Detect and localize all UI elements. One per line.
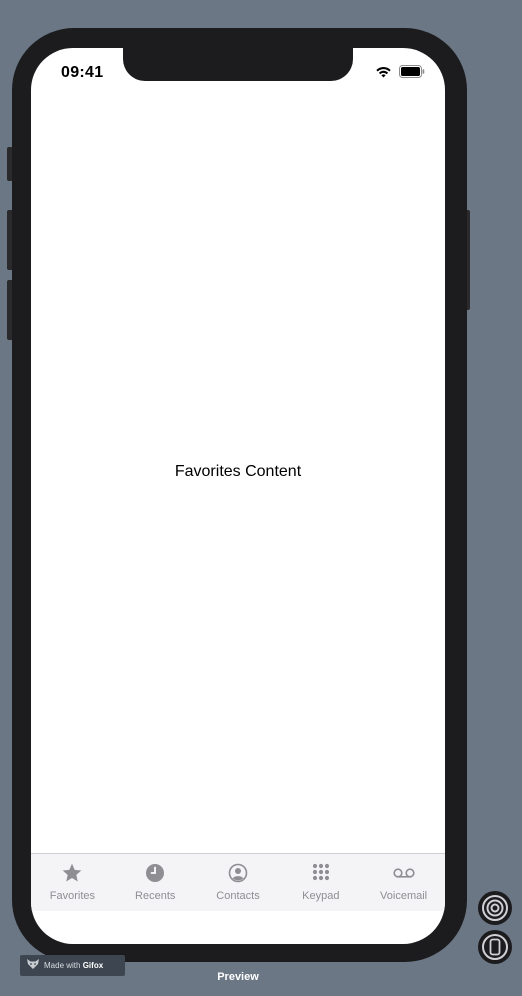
tab-favorites[interactable]: Favorites (31, 854, 114, 911)
tab-label: Recents (135, 890, 176, 902)
status-time: 09:41 (61, 64, 104, 81)
wifi-icon (375, 65, 392, 83)
tab-label: Favorites (49, 890, 96, 902)
device-preview-button[interactable] (478, 930, 512, 964)
battery-icon (399, 65, 425, 83)
favorites-content-text: Favorites Content (174, 463, 302, 480)
tab-bar: Favorites Recents Contacts Keypad Voicem… (31, 853, 445, 911)
live-preview-button[interactable] (478, 891, 512, 925)
device-icon (482, 934, 508, 960)
star-icon (61, 862, 83, 884)
gifox-watermark: Made with Gifox (20, 955, 125, 976)
tab-label: Voicemail (380, 890, 428, 902)
watermark-prefix: Made with (44, 961, 81, 970)
tab-voicemail[interactable]: Voicemail (362, 854, 445, 911)
clock-icon (144, 862, 166, 884)
tab-keypad[interactable]: Keypad (279, 854, 362, 911)
fox-logo-icon (26, 957, 40, 975)
device-notch (123, 48, 353, 81)
device-screen: 09:41 Favorites Content Favorites Recent… (31, 48, 445, 944)
device-frame: 09:41 Favorites Content Favorites Recent… (12, 28, 467, 962)
voicemail-icon (392, 862, 415, 884)
tab-label: Keypad (302, 890, 340, 902)
live-preview-icon (482, 895, 508, 921)
tab-recents[interactable]: Recents (114, 854, 197, 911)
preview-label: Preview (217, 971, 259, 983)
person-circle-icon (227, 862, 249, 884)
tab-contacts[interactable]: Contacts (197, 854, 280, 911)
tab-label: Contacts (216, 890, 260, 902)
status-icons (375, 65, 425, 83)
watermark-brand: Gifox (82, 961, 104, 970)
keypad-grid-icon (310, 862, 332, 884)
